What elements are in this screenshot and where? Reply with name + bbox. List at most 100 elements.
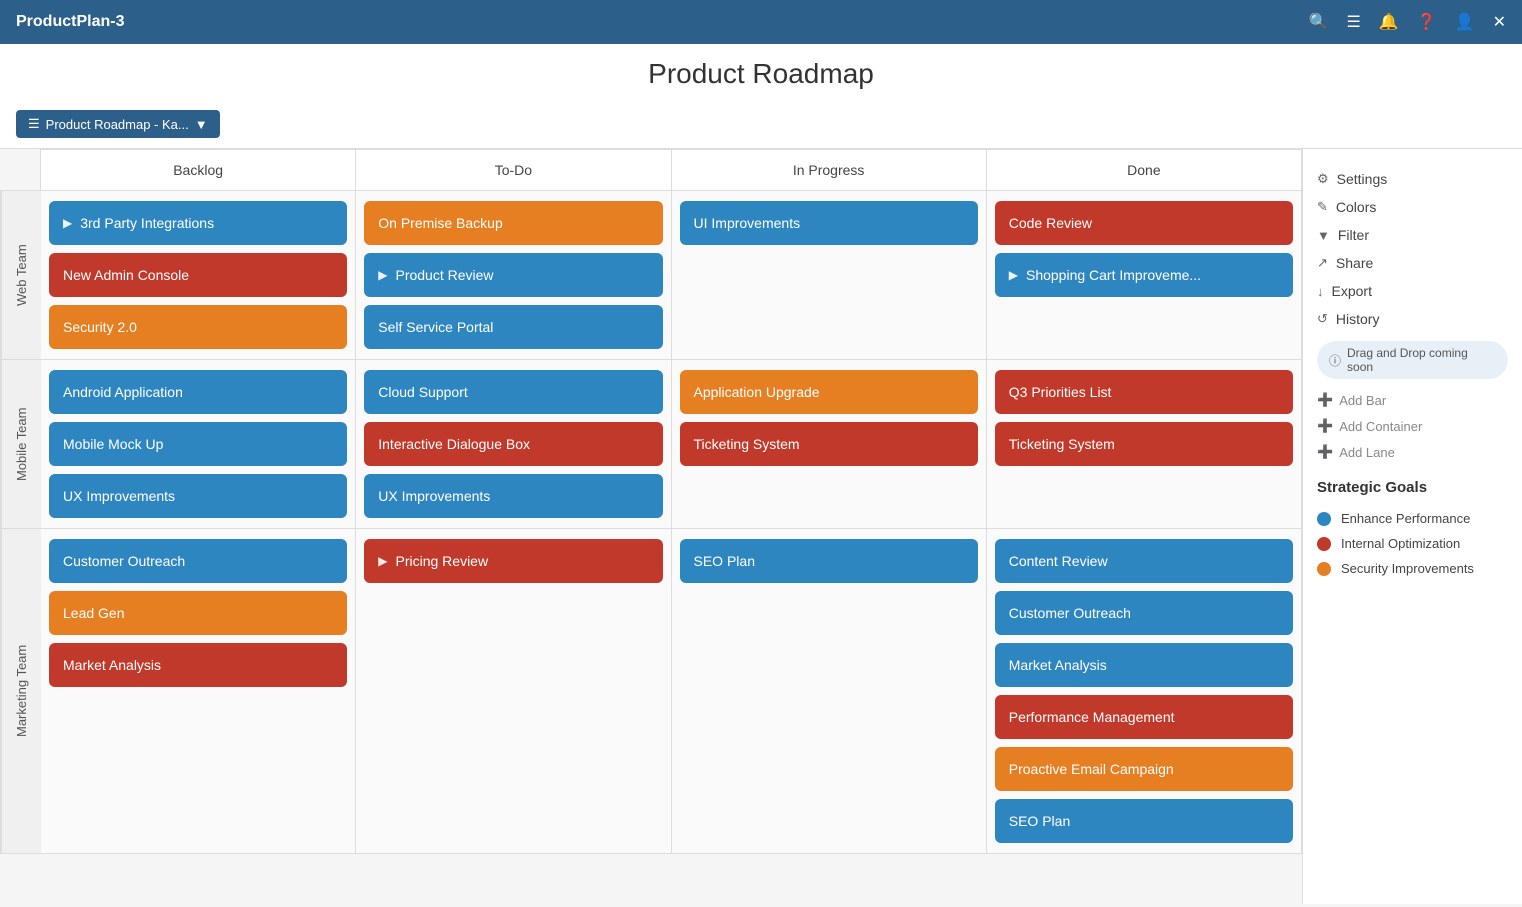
card-label: Customer Outreach xyxy=(1009,605,1131,621)
card-1-done-0[interactable]: Q3 Priorities List xyxy=(995,370,1293,414)
user-icon[interactable]: 👤 xyxy=(1455,12,1475,32)
help-icon[interactable]: ❓ xyxy=(1417,12,1437,32)
goal-item-2: Security Improvements xyxy=(1317,556,1508,581)
card-1-todo-0[interactable]: Cloud Support xyxy=(364,370,662,414)
card-2-done-5[interactable]: SEO Plan xyxy=(995,799,1293,843)
dropdown-label: Product Roadmap - Ka... xyxy=(46,117,189,132)
goal-items: Enhance PerformanceInternal Optimization… xyxy=(1317,506,1508,581)
card-1-inprogress-1[interactable]: Ticketing System xyxy=(680,422,978,466)
sidebar-share[interactable]: ↗ Share xyxy=(1317,249,1508,277)
pencil-icon: ✎ xyxy=(1317,199,1328,215)
share-icon: ↗ xyxy=(1317,255,1328,271)
sidebar-colors[interactable]: ✎ Colors xyxy=(1317,193,1508,221)
app-title: ProductPlan-3 xyxy=(16,13,124,31)
card-0-todo-0[interactable]: On Premise Backup xyxy=(364,201,662,245)
card-2-done-3[interactable]: Performance Management xyxy=(995,695,1293,739)
nav-icons: 🔍 ☰ 🔔 ❓ 👤 ✕ xyxy=(1309,12,1506,32)
share-label: Share xyxy=(1336,255,1373,271)
board-row-1: Mobile TeamAndroid ApplicationMobile Moc… xyxy=(0,359,1302,528)
card-label: 3rd Party Integrations xyxy=(80,215,214,231)
export-label: Export xyxy=(1332,283,1372,299)
card-2-done-0[interactable]: Content Review xyxy=(995,539,1293,583)
col-backlog: Backlog xyxy=(41,150,356,190)
card-2-backlog-2[interactable]: Market Analysis xyxy=(49,643,347,687)
card-label: Customer Outreach xyxy=(63,553,185,569)
cell-2-done: Content Review Customer Outreach Market An… xyxy=(987,529,1301,853)
roadmap-dropdown[interactable]: ☰ Product Roadmap - Ka... ▼ xyxy=(16,110,220,138)
add-container-btn[interactable]: ➕ Add Container xyxy=(1317,413,1508,439)
card-label: SEO Plan xyxy=(694,553,755,569)
card-1-backlog-2[interactable]: UX Improvements xyxy=(49,474,347,518)
sidebar-export[interactable]: ↓ Export xyxy=(1317,277,1508,305)
column-headers: Backlog To-Do In Progress Done xyxy=(40,149,1302,190)
goal-dot-0 xyxy=(1317,512,1331,526)
card-label: Lead Gen xyxy=(63,605,125,621)
row-label-0: Web Team xyxy=(1,191,41,359)
card-0-inprogress-0[interactable]: UI Improvements xyxy=(680,201,978,245)
settings-label: Settings xyxy=(1337,171,1388,187)
chevron-right-icon: ▶ xyxy=(63,216,72,230)
card-label: SEO Plan xyxy=(1009,813,1070,829)
close-icon[interactable]: ✕ xyxy=(1493,12,1506,32)
sidebar-history[interactable]: ↺ History xyxy=(1317,305,1508,333)
add-lane-btn[interactable]: ➕ Add Lane xyxy=(1317,439,1508,465)
card-2-backlog-1[interactable]: Lead Gen xyxy=(49,591,347,635)
card-label: Content Review xyxy=(1009,553,1108,569)
card-label: Mobile Mock Up xyxy=(63,436,163,452)
card-2-backlog-0[interactable]: Customer Outreach xyxy=(49,539,347,583)
card-0-backlog-0[interactable]: ▶ 3rd Party Integrations xyxy=(49,201,347,245)
plus-container-icon: ➕ xyxy=(1317,418,1333,434)
history-icon: ↺ xyxy=(1317,311,1328,327)
history-label: History xyxy=(1336,311,1380,327)
main-layout: Backlog To-Do In Progress Done Web Team▶… xyxy=(0,149,1522,904)
card-1-done-1[interactable]: Ticketing System xyxy=(995,422,1293,466)
card-0-todo-2[interactable]: Self Service Portal xyxy=(364,305,662,349)
menu-icon[interactable]: ☰ xyxy=(1346,12,1360,32)
cell-2-inprogress: SEO Plan xyxy=(672,529,987,853)
filter-label: Filter xyxy=(1338,227,1369,243)
card-2-done-2[interactable]: Market Analysis xyxy=(995,643,1293,687)
card-0-done-0[interactable]: Code Review xyxy=(995,201,1293,245)
chevron-right-icon: ▶ xyxy=(378,554,387,568)
card-label: Proactive Email Campaign xyxy=(1009,761,1174,777)
chevron-right-icon: ▶ xyxy=(378,268,387,282)
card-1-backlog-0[interactable]: Android Application xyxy=(49,370,347,414)
goal-label-1: Internal Optimization xyxy=(1341,536,1460,551)
card-0-todo-1[interactable]: ▶Product Review xyxy=(364,253,662,297)
card-label: Pricing Review xyxy=(395,553,488,569)
sidebar-settings[interactable]: ⚙ Settings xyxy=(1317,165,1508,193)
card-label: UX Improvements xyxy=(63,488,175,504)
card-1-todo-1[interactable]: Interactive Dialogue Box xyxy=(364,422,662,466)
sidebar-filter[interactable]: ▼ Filter xyxy=(1317,221,1508,249)
card-1-backlog-1[interactable]: Mobile Mock Up xyxy=(49,422,347,466)
col-todo: To-Do xyxy=(356,150,671,190)
board-row-2: Marketing Team Customer Outreach Lead Gen M… xyxy=(0,528,1302,854)
card-2-done-1[interactable]: Customer Outreach xyxy=(995,591,1293,635)
card-0-backlog-2[interactable]: Security 2.0 xyxy=(49,305,347,349)
card-1-inprogress-0[interactable]: Application Upgrade xyxy=(680,370,978,414)
cell-0-backlog: ▶ 3rd Party Integrations New Admin Console… xyxy=(41,191,356,359)
search-icon[interactable]: 🔍 xyxy=(1309,12,1329,32)
card-label: Security 2.0 xyxy=(63,319,137,335)
bell-icon[interactable]: 🔔 xyxy=(1379,12,1399,32)
card-2-done-4[interactable]: Proactive Email Campaign xyxy=(995,747,1293,791)
add-container-label: Add Container xyxy=(1339,419,1422,434)
row-label-2: Marketing Team xyxy=(1,529,41,853)
strategic-goals-title: Strategic Goals xyxy=(1317,479,1508,496)
card-label: Self Service Portal xyxy=(378,319,493,335)
card-0-backlog-1[interactable]: New Admin Console xyxy=(49,253,347,297)
card-label: UX Improvements xyxy=(378,488,490,504)
card-2-todo-0[interactable]: ▶ Pricing Review xyxy=(364,539,662,583)
card-label: Ticketing System xyxy=(1009,436,1115,452)
card-label: New Admin Console xyxy=(63,267,189,283)
card-label: Code Review xyxy=(1009,215,1092,231)
chevron-down-icon: ▼ xyxy=(195,117,208,132)
add-bar-btn[interactable]: ➕ Add Bar xyxy=(1317,387,1508,413)
plus-bar-icon: ➕ xyxy=(1317,392,1333,408)
card-0-done-1[interactable]: ▶Shopping Cart Improveme... xyxy=(995,253,1293,297)
card-1-todo-2[interactable]: UX Improvements xyxy=(364,474,662,518)
card-2-inprogress-0[interactable]: SEO Plan xyxy=(680,539,978,583)
cell-2-todo: ▶ Pricing Review xyxy=(356,529,671,853)
card-label: UI Improvements xyxy=(694,215,801,231)
cell-0-done: Code Review ▶Shopping Cart Improveme... xyxy=(987,191,1301,359)
